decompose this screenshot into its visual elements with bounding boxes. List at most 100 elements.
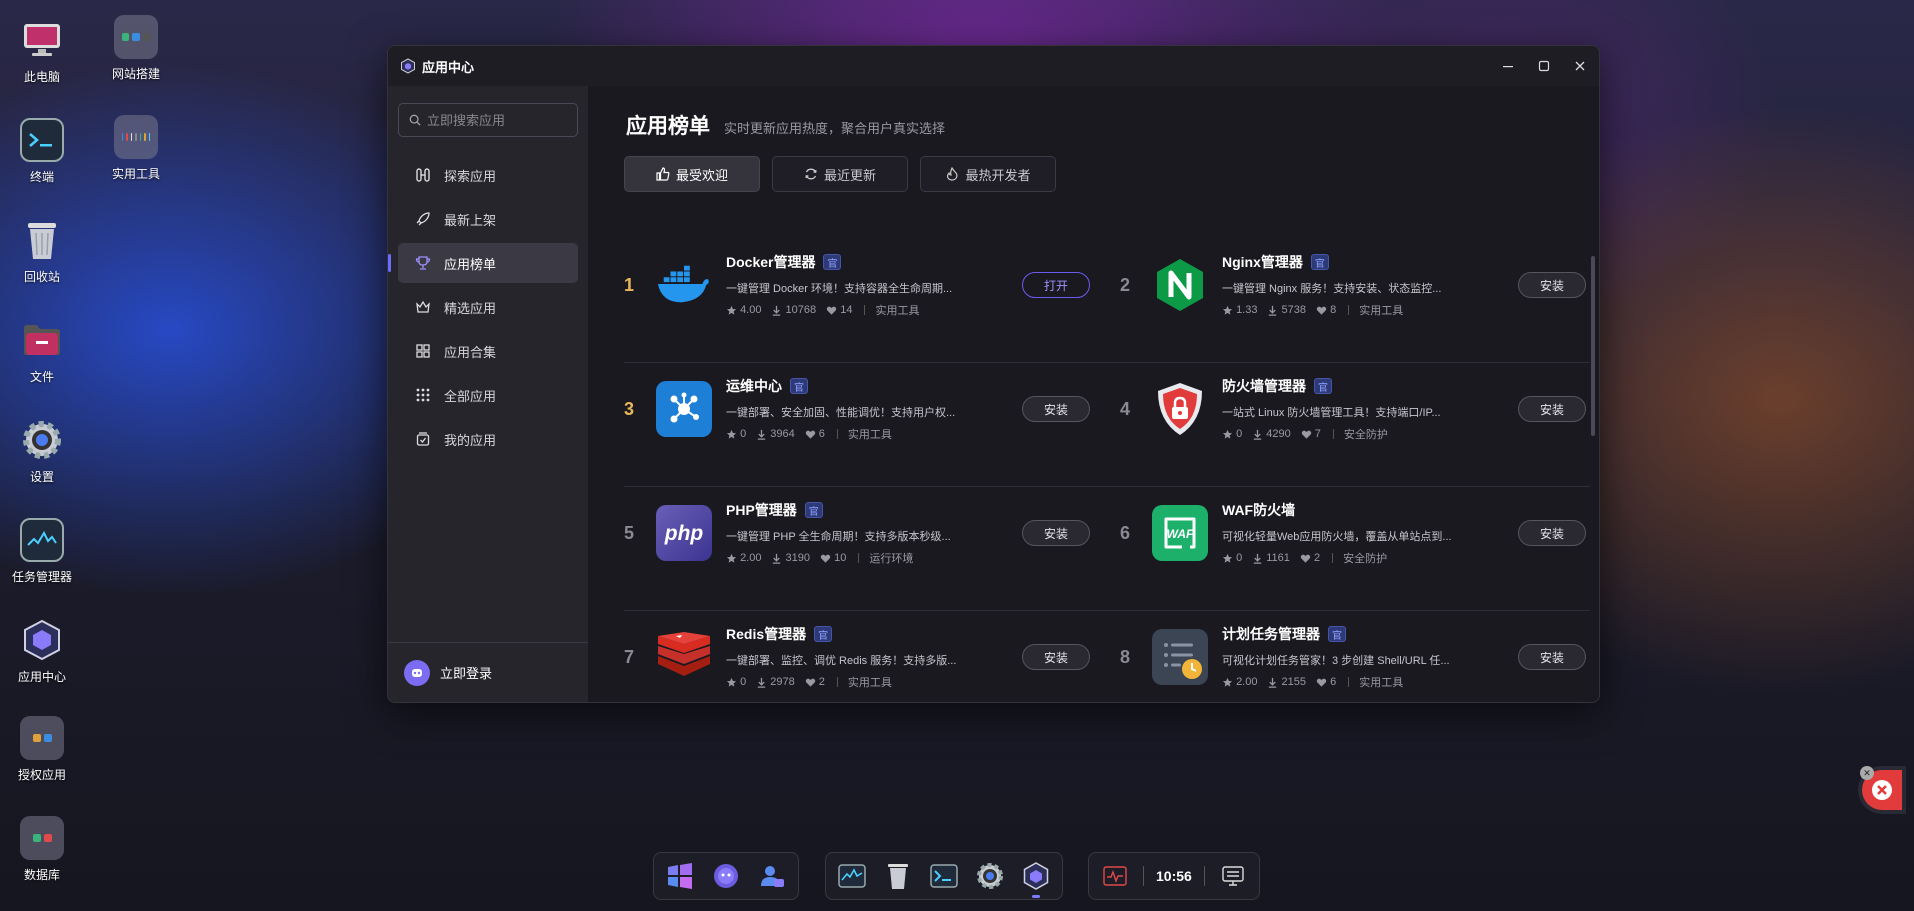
trophy-icon [414,254,432,272]
desktop-icon-label: 回收站 [23,270,60,284]
app-center-icon[interactable] [1020,860,1052,898]
official-badge: 官 [814,626,833,642]
likes: 14 [826,304,852,316]
tab-label: 最受欢迎 [675,167,728,183]
shield-lock-icon [1152,381,1208,437]
rating-value: 2.00 [740,552,762,564]
downloads-value: 10768 [785,304,817,316]
desktop-icon-recycle-bin[interactable]: 回收站 [0,218,84,285]
taskbar-launcher-group [653,852,799,900]
sidebar-item-newest[interactable]: 最新上架 [398,199,578,239]
app-card-ops-center[interactable]: 3 运维中心官 一键部署、安全加固、性能调优！支持用户权... 0 3964 6… [624,362,1090,456]
close-button[interactable] [1573,59,1587,73]
open-button[interactable]: 打开 [1022,272,1090,298]
app-name: Nginx管理器 [1222,254,1303,270]
app-card-php[interactable]: 5 php PHP管理器官 一键管理 PHP 全生命周期！支持多版本秒级... … [624,486,1090,580]
dismiss-icon[interactable]: ✕ [1860,766,1874,780]
sidebar-item-featured[interactable]: 精选应用 [398,287,578,327]
tab-recently-updated[interactable]: 最近更新 [772,156,908,192]
page-subtitle: 实时更新应用热度，聚合用户真实选择 [724,121,946,136]
desktop-icon-utilities[interactable]: 实用工具 [94,115,178,182]
install-button[interactable]: 安装 [1518,272,1586,298]
system-monitor-icon[interactable] [1099,860,1131,892]
desktop-icon-app-center[interactable]: 应用中心 [0,618,84,685]
install-button[interactable]: 安装 [1022,644,1090,670]
tab-hottest-developers[interactable]: 最热开发者 [920,156,1056,192]
tab-most-popular[interactable]: 最受欢迎 [624,156,760,192]
search-input[interactable] [427,112,567,128]
category: 实用工具 [847,429,892,441]
official-badge: 官 [1314,378,1332,394]
sidebar-item-collections[interactable]: 应用合集 [398,331,578,371]
ops-center-icon [656,381,712,437]
title-bar[interactable]: 应用中心 [388,46,1599,86]
desktop-icon-task-manager[interactable]: 任务管理器 [0,518,84,585]
star-icon [1222,429,1233,439]
install-button[interactable]: 安装 [1022,520,1090,546]
sidebar-item-explore[interactable]: 探索应用 [398,155,578,195]
app-name: 计划任务管理器 [1222,626,1320,642]
install-button[interactable]: 安装 [1518,520,1586,546]
desktop-icon-database[interactable]: 数据库 [0,816,84,883]
category: 实用工具 [847,677,892,689]
sidebar-item-all-apps[interactable]: 全部应用 [398,375,578,415]
downloads-value: 3190 [785,552,811,564]
download-icon [773,305,781,316]
folder-icon [20,816,64,860]
terminal-icon [20,118,64,162]
sidebar-item-label: 探索应用 [444,168,497,184]
app-card-waf[interactable]: 6 WAF WAF防火墙 可视化轻量Web应用防火墙，覆盖从单站点到... 0 … [1120,486,1586,580]
app-card-docker[interactable]: 1 Docker管理器官 一键管理 Docker 环境！支持容器全生命周期...… [624,238,1090,332]
desktop-icon-website[interactable]: 网站搭建 [94,15,178,82]
install-button[interactable]: 安装 [1518,396,1586,422]
desktop-icon-this-pc[interactable]: 此电脑 [0,18,84,85]
desktop-icon-files[interactable]: 文件 [0,318,84,385]
start-menu-icon[interactable] [664,860,696,892]
desktop-icon-licensed-apps[interactable]: 授权应用 [0,716,84,783]
folder-icon [114,15,158,59]
likes-value: 10 [834,552,847,564]
gear-icon[interactable] [974,860,1006,892]
rating-value: 0 [1236,428,1243,440]
login-button[interactable]: 立即登录 [388,642,588,702]
scrollbar[interactable] [1591,256,1595,436]
nginx-icon [1152,257,1208,313]
sidebar-item-my-apps[interactable]: 我的应用 [398,419,578,459]
folder-icon [20,716,64,760]
rating-value: 0 [740,676,747,688]
app-description: 可视化轻量Web应用防火墙，覆盖从单站点到... [1222,531,1452,543]
search-icon [409,114,421,126]
app-name: 防火墙管理器 [1222,378,1306,394]
search-box[interactable] [398,103,578,137]
install-button[interactable]: 安装 [1518,644,1586,670]
assistant-icon[interactable] [710,860,742,892]
rank-number: 1 [624,274,635,295]
activity-monitor-icon[interactable] [836,860,868,892]
sidebar-item-label: 全部应用 [444,388,497,404]
desktop-icon-terminal[interactable]: 终端 [0,118,84,185]
app-card-nginx[interactable]: 2 Nginx管理器官 一键管理 Nginx 服务！支持安装、状态监控... 1… [1120,238,1586,332]
activity-monitor-icon [20,518,64,562]
download-icon [1254,553,1262,564]
tab-label: 最热开发者 [965,167,1031,183]
sidebar-item-rankings[interactable]: 应用榜单 [388,243,578,283]
download-icon [1254,429,1262,440]
user-account-icon[interactable] [756,860,788,892]
sidebar-item-label: 我的应用 [444,432,497,448]
app-card-redis[interactable]: 7 Redis管理器官 一键部署、监控、调优 Redis 服务！支持多版... … [608,606,1090,702]
show-desktop-icon[interactable] [1217,860,1249,892]
trash-icon[interactable] [882,860,914,892]
minimize-button[interactable] [1501,59,1515,73]
app-name: WAF防火墙 [1222,502,1296,518]
app-description: 一站式 Linux 防火墙管理工具！支持端口/IP... [1222,407,1441,419]
clock[interactable]: 10:56 [1156,868,1192,884]
app-card-scheduled-tasks[interactable]: 8 计划任务管理器官 可视化计划任务管家！3 步创建 Shell/URL 任..… [1120,610,1586,702]
install-button[interactable]: 安装 [1022,396,1090,422]
likes-value: 8 [1330,304,1337,316]
maximize-button[interactable] [1537,59,1551,73]
floating-close-button[interactable]: ✕ [1860,766,1902,810]
terminal-icon[interactable] [928,860,960,892]
desktop-icon-settings[interactable]: 设置 [0,418,84,485]
heart-icon [1300,554,1311,563]
app-card-firewall[interactable]: 4 防火墙管理器官 一站式 Linux 防火墙管理工具！支持端口/IP... 0… [1120,362,1586,456]
